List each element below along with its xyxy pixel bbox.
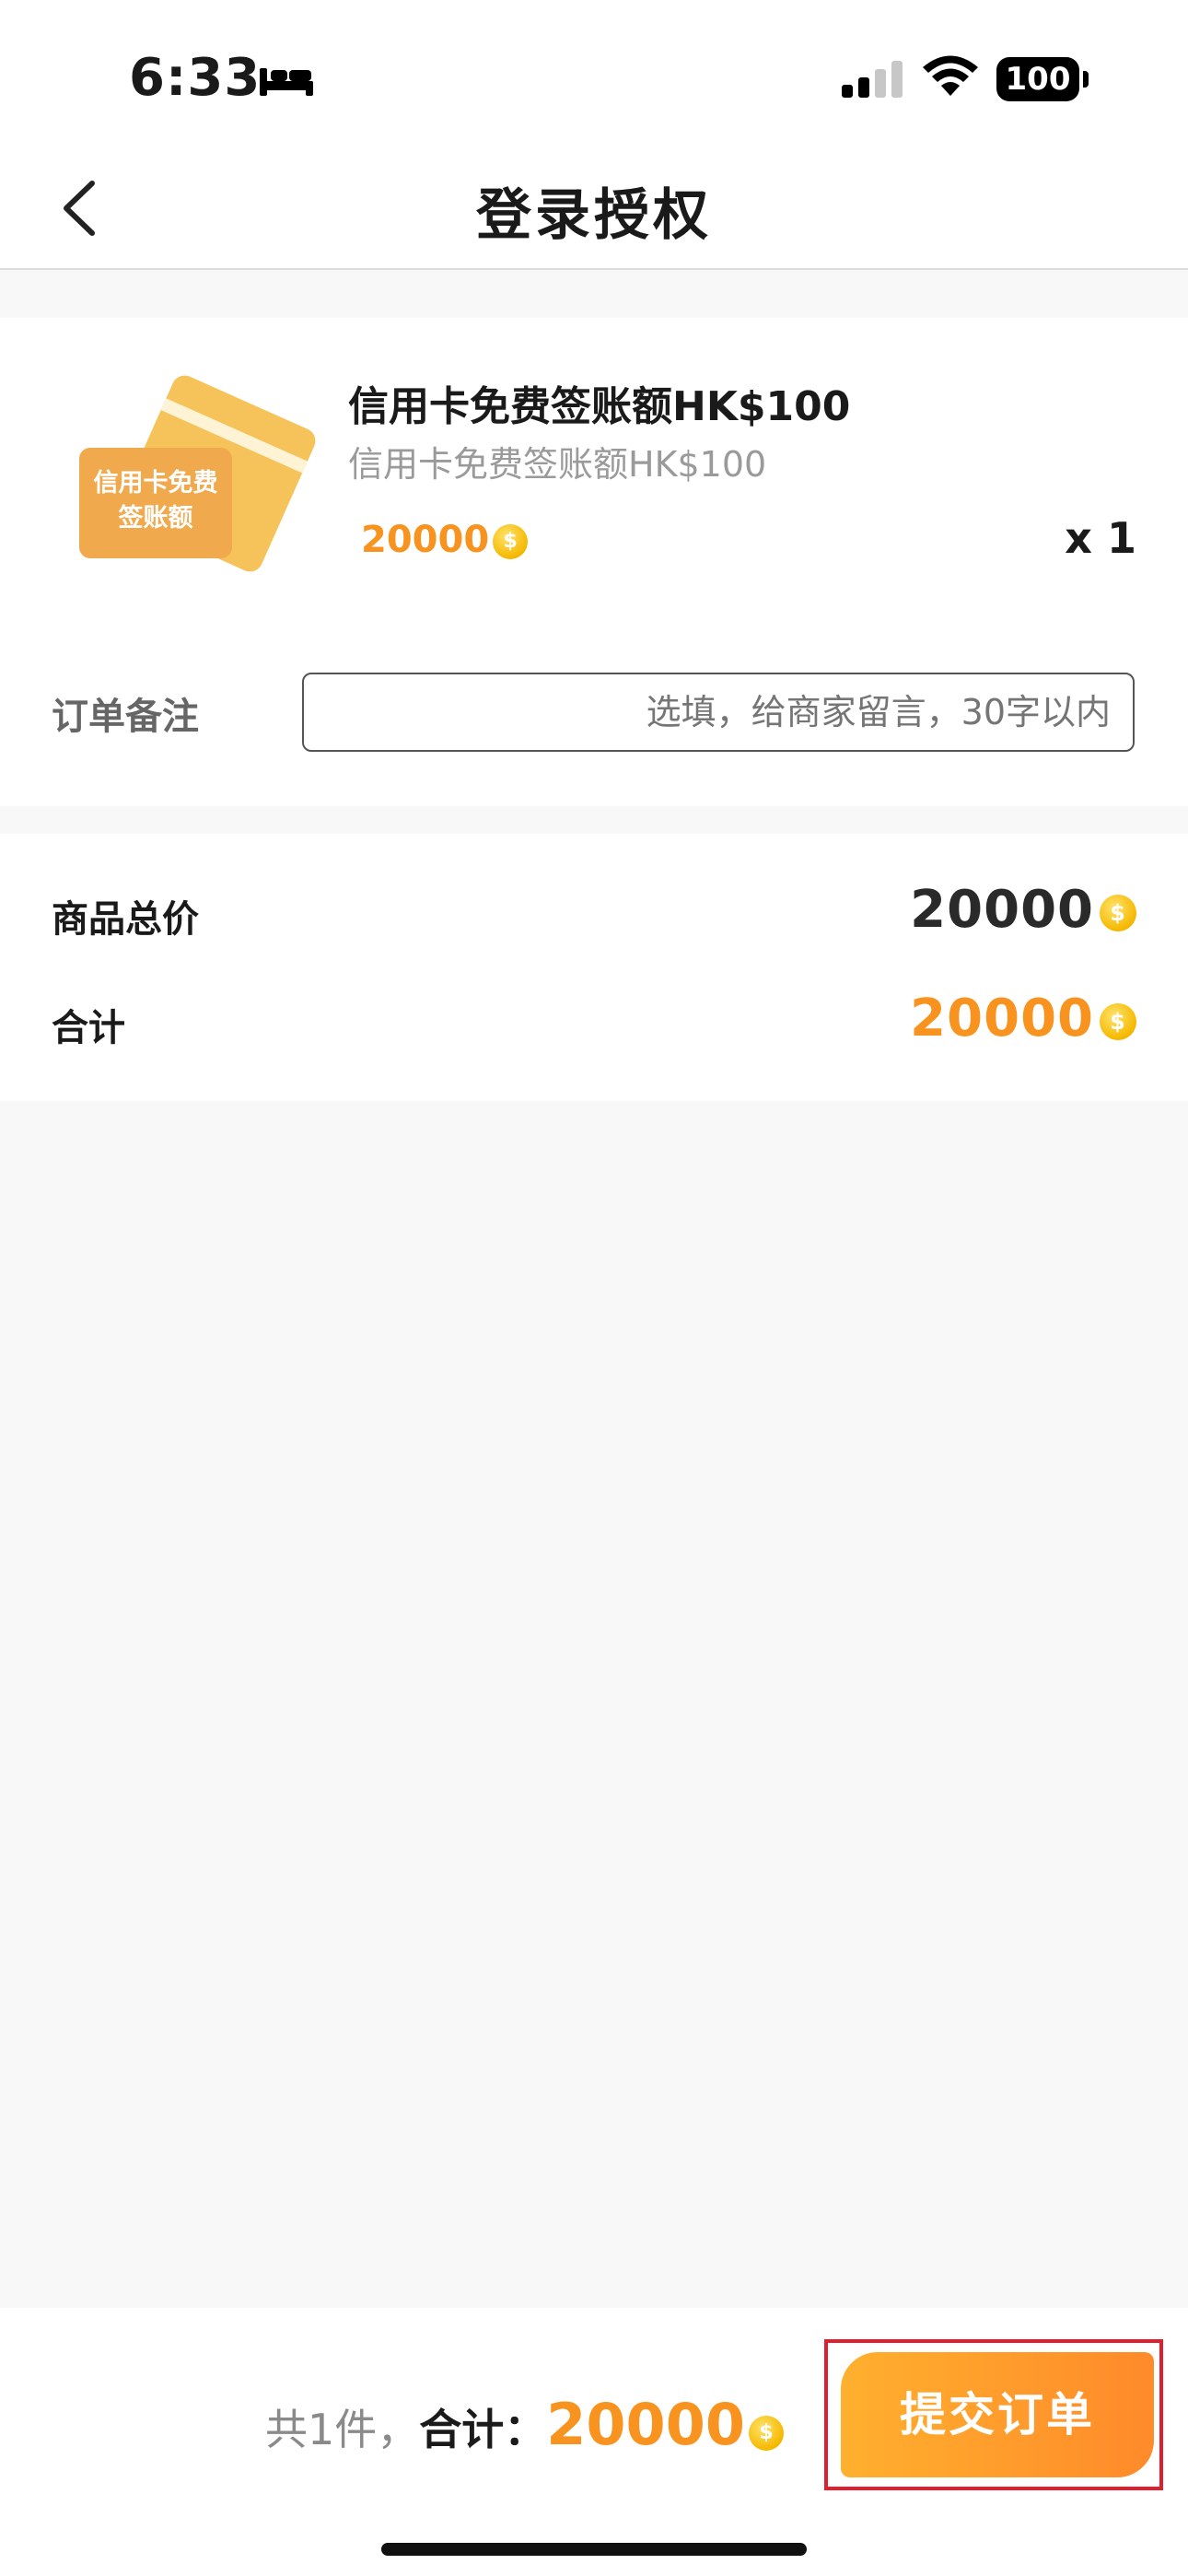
status-time: 6:33 (129, 48, 262, 108)
product-thumbnail[interactable]: 信用卡免费 签账额 (74, 371, 320, 580)
coin-icon: $ (748, 2415, 784, 2451)
subtotal-value: 20000 $ (910, 880, 1136, 940)
order-note-label: 订单备注 (52, 696, 199, 738)
subtotal-row: 商品总价 20000 $ (0, 880, 1188, 954)
page-title: 登录授权 (476, 183, 712, 248)
total-row: 合计 20000 $ (0, 989, 1188, 1062)
product-quantity: x 1 (1065, 513, 1136, 563)
checkout-summary: 共1件，合计：20000 $ (265, 2391, 784, 2458)
battery-icon: 100 (996, 57, 1079, 101)
cellular-signal-icon (842, 61, 903, 98)
total-amount: 20000 (910, 989, 1094, 1048)
price-summary: 商品总价 20000 $ 合计 20000 $ (0, 834, 1188, 1101)
order-note-input[interactable] (302, 673, 1135, 752)
total-value: 20000 $ (910, 989, 1136, 1048)
subtotal-amount: 20000 (910, 880, 1094, 940)
thumbnail-text-line1: 信用卡免费 (93, 469, 218, 498)
product-price: 20000 $ (361, 519, 529, 561)
submit-order-button[interactable]: 提交订单 (841, 2352, 1154, 2477)
card-front-graphic: 信用卡免费 签账额 (79, 448, 232, 558)
bed-icon (260, 68, 313, 96)
status-bar: 6:33 100 (0, 0, 1188, 143)
item-count: 共1件， (265, 2405, 420, 2454)
total-label: 合计 (52, 1007, 125, 1049)
subtotal-label: 商品总价 (52, 898, 199, 941)
product-card: 信用卡免费 签账额 信用卡免费签账额HK$100 信用卡免费签账额HK$100 … (0, 318, 1188, 806)
bottom-checkout-bar: 共1件，合计：20000 $ 提交订单 (0, 2308, 1188, 2576)
nav-bar: 登录授权 (0, 143, 1188, 270)
coin-icon: $ (493, 524, 529, 559)
coin-icon: $ (1100, 894, 1136, 931)
home-indicator[interactable] (381, 2543, 807, 2556)
thumbnail-text-line2: 签账额 (118, 504, 193, 533)
product-subtitle: 信用卡免费签账额HK$100 (348, 444, 767, 485)
product-title: 信用卡免费签账额HK$100 (348, 383, 851, 430)
coin-icon: $ (1100, 1002, 1136, 1040)
checkout-total-value: 20000 (546, 2391, 745, 2458)
submit-highlight-box: 提交订单 (824, 2339, 1163, 2490)
wifi-icon (923, 55, 978, 96)
checkout-total-label: 合计： (419, 2405, 547, 2454)
battery-cap (1083, 71, 1089, 88)
product-price-value: 20000 (361, 519, 490, 561)
